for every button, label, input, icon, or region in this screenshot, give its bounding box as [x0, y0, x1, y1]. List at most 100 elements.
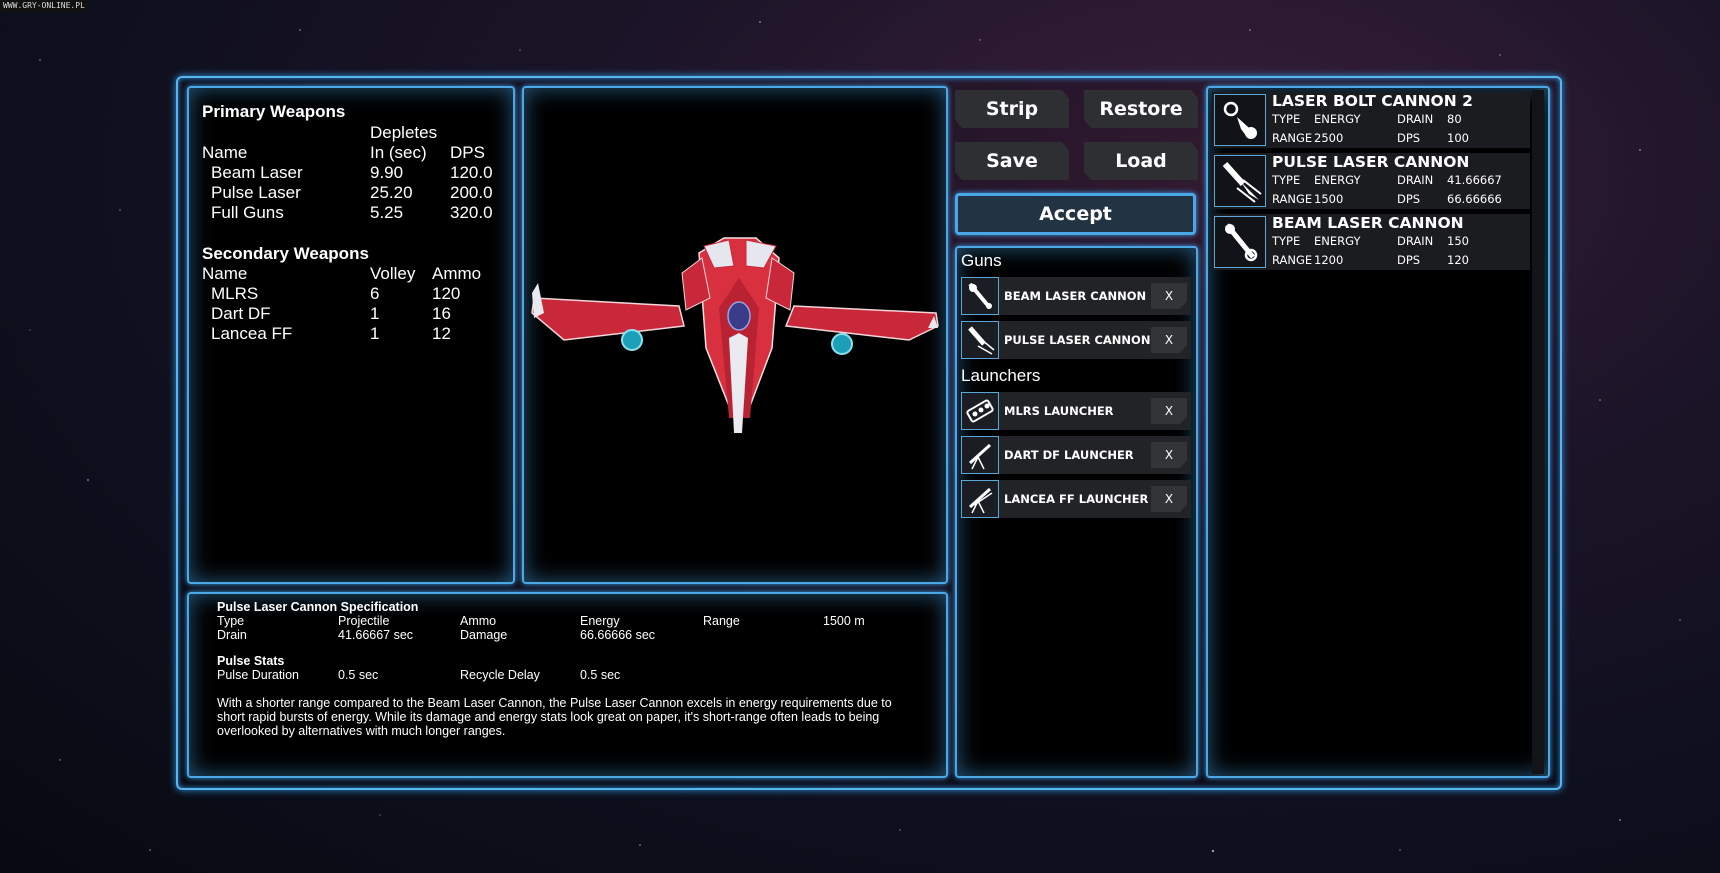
guns-label: Guns [961, 251, 1002, 270]
remove-slot-button[interactable]: X [1151, 442, 1187, 468]
spec-type-label: Type [217, 614, 245, 628]
laser-bolt-icon [1214, 94, 1266, 146]
inventory-item-laser-bolt-cannon-2[interactable]: LASER BOLT CANNON 2 TYPE ENERGY DRAIN 80… [1212, 92, 1530, 148]
lancea-launcher-icon [961, 480, 999, 518]
inventory-scrollbar[interactable] [1532, 90, 1544, 774]
restore-button[interactable]: Restore [1084, 90, 1198, 128]
name-header: Name [202, 143, 248, 162]
spec-drain-value: 41.66667 sec [338, 628, 414, 642]
inventory-item-beam-laser-cannon[interactable]: BEAM LASER CANNON TYPE ENERGY DRAIN 150 … [1212, 214, 1530, 270]
slot-label: MLRS LAUNCHER [1004, 404, 1114, 418]
spec-title: Pulse Laser Cannon Specification [217, 600, 419, 614]
primary-weapons-title: Primary Weapons [202, 102, 346, 121]
item-name: BEAM LASER CANNON [1272, 214, 1464, 232]
dps-value: 100 [1447, 131, 1469, 145]
pulse-laser-icon [1214, 155, 1266, 207]
dps-label: DPS [1397, 131, 1421, 145]
remove-slot-button[interactable]: X [1151, 486, 1187, 512]
table-row: MLRS 6 120 [211, 284, 461, 303]
item-name: LASER BOLT CANNON 2 [1272, 92, 1473, 110]
recycle-delay-value: 0.5 sec [580, 668, 621, 682]
type-label: TYPE [1272, 234, 1301, 248]
item-name: PULSE LASER CANNON [1272, 153, 1470, 171]
dart-launcher-icon [961, 436, 999, 474]
remove-slot-button[interactable]: X [1151, 398, 1187, 424]
spec-range-label: Range [703, 614, 740, 628]
slot-label: BEAM LASER CANNON [1004, 289, 1147, 303]
slot-label: DART DF LAUNCHER [1004, 448, 1134, 462]
dps-value: 120 [1447, 253, 1469, 267]
slot-beam-laser-cannon[interactable]: BEAM LASER CANNON X [961, 277, 1191, 315]
slot-mlrs-launcher[interactable]: MLRS LAUNCHER X [961, 392, 1191, 430]
table-row: Full Guns 5.25 320.0 [211, 203, 493, 222]
range-label: RANGE [1272, 192, 1313, 206]
recycle-delay-label: Recycle Delay [460, 668, 540, 682]
inventory-item-pulse-laser-cannon[interactable]: PULSE LASER CANNON TYPE ENERGY DRAIN 41.… [1212, 153, 1530, 209]
spec-ammo-value: Energy [580, 614, 620, 628]
launchers-label: Launchers [961, 366, 1041, 385]
spec-damage-value: 66.66666 sec [580, 628, 656, 642]
pulse-stats-title: Pulse Stats [217, 654, 285, 668]
drain-label: DRAIN [1397, 173, 1434, 187]
remove-slot-button[interactable]: X [1151, 327, 1187, 353]
secondary-weapons-title: Secondary Weapons [202, 244, 369, 263]
slot-label: PULSE LASER CANNON [1004, 333, 1151, 347]
drain-value: 80 [1447, 112, 1462, 126]
load-button[interactable]: Load [1084, 142, 1198, 180]
secondary-weapons-table: Name Volley Ammo MLRS 6 120 Dart DF 1 16 Lan… [202, 264, 481, 344]
type-value: ENERGY [1314, 173, 1361, 187]
pulse-laser-icon [961, 321, 999, 359]
slot-label: LANCEA FF LAUNCHER [1004, 492, 1149, 506]
save-button[interactable]: Save [955, 142, 1069, 180]
slot-lancea-ff-launcher[interactable]: LANCEA FF LAUNCHER X [961, 480, 1191, 518]
beam-laser-icon [961, 277, 999, 315]
accept-button[interactable]: Accept [955, 193, 1196, 235]
ammo-header: Ammo [432, 264, 482, 283]
spec-type-value: Projectile [338, 614, 390, 628]
mlrs-launcher-icon [961, 392, 999, 430]
table-row: Pulse Laser 25.20 200.0 [211, 183, 493, 202]
drain-label: DRAIN [1397, 234, 1434, 248]
spec-drain-label: Drain [217, 628, 247, 642]
dps-label: DPS [1397, 253, 1421, 267]
table-row: Lancea FF 1 12 [211, 324, 451, 343]
beam-laser-icon [1214, 216, 1266, 268]
type-value: ENERGY [1314, 112, 1361, 126]
primary-weapons-table: Depletes Name In (sec) DPS Beam Laser 9.9… [202, 123, 493, 223]
depletes-header: Depletes [370, 123, 438, 142]
type-label: TYPE [1272, 173, 1301, 187]
strip-button[interactable]: Strip [955, 90, 1069, 128]
dps-header: DPS [450, 143, 485, 162]
drain-label: DRAIN [1397, 112, 1434, 126]
range-value: 1500 [1314, 192, 1344, 206]
dps-label: DPS [1397, 192, 1421, 206]
table-row: Dart DF 1 16 [211, 304, 451, 323]
pulse-duration-value: 0.5 sec [338, 668, 379, 682]
type-label: TYPE [1272, 112, 1301, 126]
range-value: 2500 [1314, 131, 1344, 145]
volley-header: Volley [370, 264, 416, 283]
ship-model[interactable] [524, 88, 946, 582]
spec-damage-label: Damage [460, 628, 508, 642]
name-header: Name [202, 264, 248, 283]
dps-value: 66.66666 [1447, 192, 1502, 206]
weapon-stats-panel: Primary Weapons Depletes Name In (sec) D… [187, 86, 515, 584]
specification-panel: Pulse Laser Cannon Specification Type Pr… [187, 592, 948, 778]
type-value: ENERGY [1314, 234, 1361, 248]
slot-dart-df-launcher[interactable]: DART DF LAUNCHER X [961, 436, 1191, 474]
slot-pulse-laser-cannon[interactable]: PULSE LASER CANNON X [961, 321, 1191, 359]
remove-slot-button[interactable]: X [1151, 283, 1187, 309]
watermark: WWW.GRY-ONLINE.PL [0, 0, 88, 12]
range-label: RANGE [1272, 253, 1313, 267]
pulse-duration-label: Pulse Duration [217, 668, 299, 682]
drain-value: 150 [1447, 234, 1469, 248]
ship-preview-panel[interactable] [522, 86, 948, 584]
range-label: RANGE [1272, 131, 1313, 145]
spec-range-value: 1500 m [823, 614, 865, 628]
drain-value: 41.66667 [1447, 173, 1502, 187]
in-sec-header: In (sec) [370, 143, 427, 162]
range-value: 1200 [1314, 253, 1344, 267]
spec-ammo-label: Ammo [460, 614, 497, 628]
table-row: Beam Laser 9.90 120.0 [211, 163, 493, 182]
spec-description: With a shorter range compared to the Bea… [217, 696, 892, 738]
